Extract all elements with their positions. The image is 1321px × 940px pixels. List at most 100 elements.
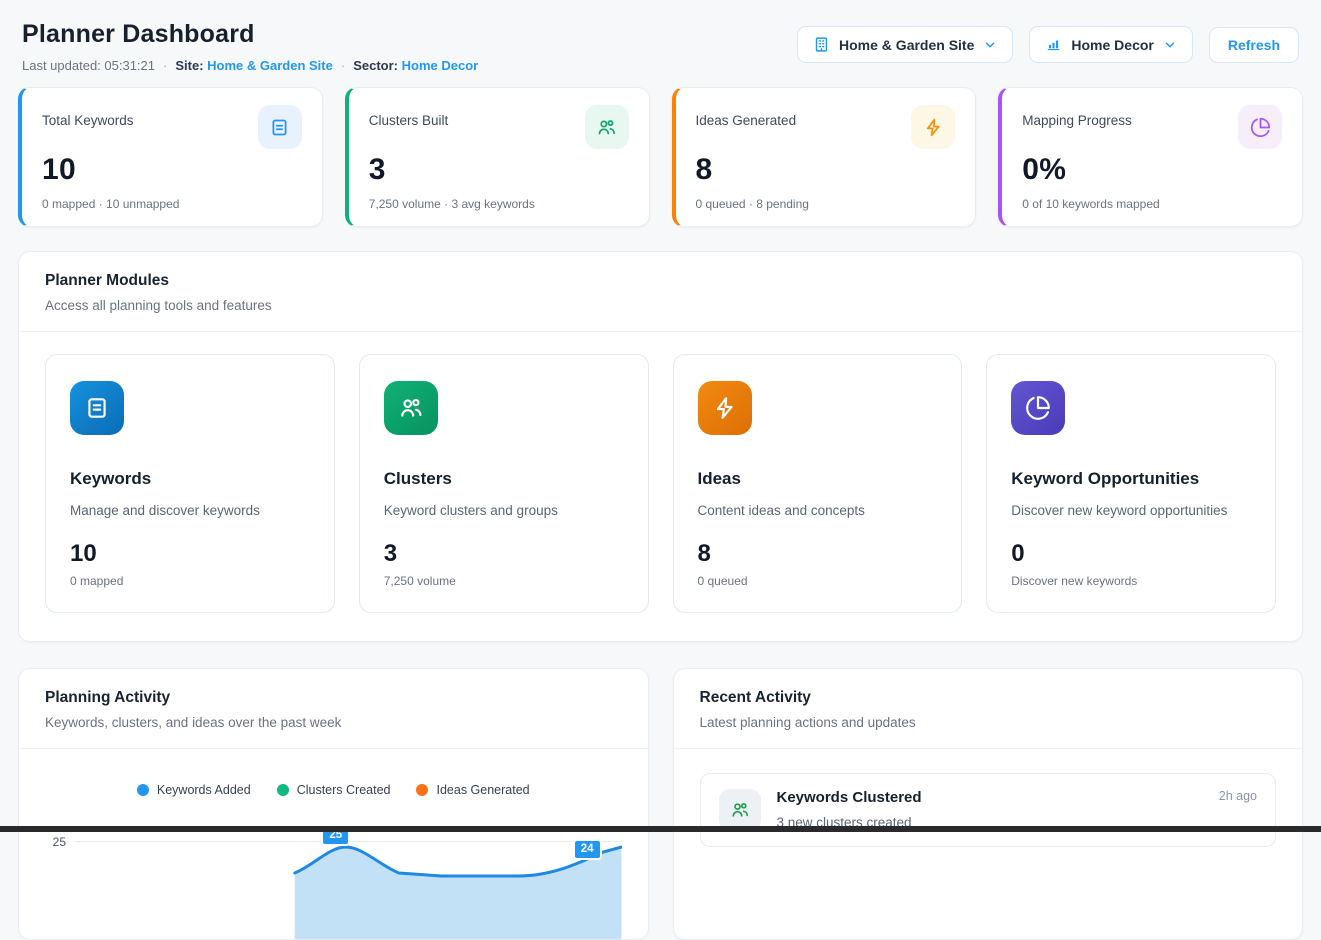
bottom-row: Planning Activity Keywords, clusters, an… xyxy=(18,668,1303,940)
bolt-icon xyxy=(698,381,752,435)
module-value: 3 xyxy=(384,540,624,568)
recent-activity-panel: Recent Activity Latest planning actions … xyxy=(673,668,1304,940)
module-card-keyword-opportunities[interactable]: Keyword Opportunities Discover new keywo… xyxy=(986,354,1276,613)
stat-subtext: 0 of 10 keywords mapped xyxy=(1022,197,1282,211)
section-title: Recent Activity xyxy=(700,689,1277,707)
stat-label: Mapping Progress xyxy=(1022,105,1132,128)
site-selector-value: Home & Garden Site xyxy=(839,37,974,53)
file-lines-icon xyxy=(258,105,302,149)
recent-activity-list: Keywords Clustered 2h ago 3 new clusters… xyxy=(674,749,1303,871)
y-axis-tick-25: 25 xyxy=(45,835,75,939)
bolt-icon xyxy=(911,105,955,149)
site-link[interactable]: Home & Garden Site xyxy=(207,58,333,73)
page-title: Planner Dashboard xyxy=(22,20,478,49)
stat-card-mapping-progress: Mapping Progress 0% 0 of 10 keywords map… xyxy=(998,87,1303,227)
planner-modules-header: Planner Modules Access all planning tool… xyxy=(19,252,1302,332)
activity-title: Keywords Clustered xyxy=(777,789,922,806)
last-updated-text: Last updated: 05:31:21 xyxy=(22,58,155,73)
module-value: 10 xyxy=(70,540,310,568)
stat-value: 0% xyxy=(1022,153,1282,187)
stat-label: Clusters Built xyxy=(369,105,449,128)
module-subtext: 7,250 volume xyxy=(384,574,624,588)
planning-activity-header: Planning Activity Keywords, clusters, an… xyxy=(19,669,648,749)
legend-dot-blue xyxy=(137,784,149,796)
chevron-down-icon xyxy=(1163,38,1177,52)
module-value: 0 xyxy=(1011,540,1251,568)
module-subtext: 0 mapped xyxy=(70,574,310,588)
legend-item-clusters-created[interactable]: Clusters Created xyxy=(277,783,391,797)
section-title: Planner Modules xyxy=(45,272,1276,290)
module-description: Manage and discover keywords xyxy=(70,503,310,518)
bottom-edge-bar xyxy=(0,826,1321,832)
stat-label: Ideas Generated xyxy=(696,105,797,128)
pie-chart-icon xyxy=(1011,381,1065,435)
module-title: Keyword Opportunities xyxy=(1011,469,1251,489)
stat-value: 8 xyxy=(696,153,956,187)
file-lines-icon xyxy=(70,381,124,435)
chart-legend: Keywords Added Clusters Created Ideas Ge… xyxy=(45,783,622,797)
module-card-clusters[interactable]: Clusters Keyword clusters and groups 3 7… xyxy=(359,354,649,613)
stat-subtext: 0 queued · 8 pending xyxy=(696,197,956,211)
site-label: Site: xyxy=(175,58,203,73)
dot-separator: · xyxy=(341,58,345,73)
site-selector-dropdown[interactable]: Home & Garden Site xyxy=(797,26,1013,63)
header: Planner Dashboard Last updated: 05:31:21… xyxy=(18,20,1303,73)
sector-label: Sector: xyxy=(353,58,398,73)
data-point-label-24: 24 xyxy=(573,839,602,860)
module-description: Discover new keyword opportunities xyxy=(1011,503,1251,518)
module-card-ideas[interactable]: Ideas Content ideas and concepts 8 0 que… xyxy=(673,354,963,613)
chevron-down-icon xyxy=(983,38,997,52)
refresh-button[interactable]: Refresh xyxy=(1209,27,1299,63)
sector-selector-dropdown[interactable]: Home Decor xyxy=(1029,26,1192,63)
planning-activity-panel: Planning Activity Keywords, clusters, an… xyxy=(18,668,649,940)
site-label-group: Site: Home & Garden Site xyxy=(175,58,333,73)
module-subtext: Discover new keywords xyxy=(1011,574,1251,588)
section-title: Planning Activity xyxy=(45,689,622,707)
planner-modules-panel: Planner Modules Access all planning tool… xyxy=(18,251,1303,642)
stats-row: Total Keywords 10 0 mapped · 10 unmapped… xyxy=(18,87,1303,227)
stat-card-ideas-generated: Ideas Generated 8 0 queued · 8 pending xyxy=(672,87,977,227)
legend-dot-orange xyxy=(416,784,428,796)
stat-subtext: 7,250 volume · 3 avg keywords xyxy=(369,197,629,211)
stat-card-total-keywords: Total Keywords 10 0 mapped · 10 unmapped xyxy=(18,87,323,227)
list-item-content: Keywords Clustered 2h ago 3 new clusters… xyxy=(777,789,1258,830)
legend-item-keywords-added[interactable]: Keywords Added xyxy=(137,783,251,797)
stat-value: 10 xyxy=(42,153,302,187)
building-icon xyxy=(813,36,830,53)
section-subtitle: Keywords, clusters, and ideas over the p… xyxy=(45,715,622,730)
module-card-keywords[interactable]: Keywords Manage and discover keywords 10… xyxy=(45,354,335,613)
sector-selector-value: Home Decor xyxy=(1071,37,1153,53)
sector-link[interactable]: Home Decor xyxy=(402,58,479,73)
stat-label: Total Keywords xyxy=(42,105,134,128)
users-icon xyxy=(585,105,629,149)
module-description: Keyword clusters and groups xyxy=(384,503,624,518)
activity-timestamp: 2h ago xyxy=(1219,789,1257,803)
section-subtitle: Access all planning tools and features xyxy=(45,298,1276,313)
module-subtext: 0 queued xyxy=(698,574,938,588)
stat-value: 3 xyxy=(369,153,629,187)
pie-chart-icon xyxy=(1238,105,1282,149)
chart-area: 25 25 24 xyxy=(45,819,622,939)
list-item: Keywords Clustered 2h ago 3 new clusters… xyxy=(700,773,1277,847)
dot-separator: · xyxy=(163,58,167,73)
area-chart: 25 24 xyxy=(75,819,622,939)
header-controls: Home & Garden Site Home Decor Refresh xyxy=(797,26,1299,63)
module-title: Ideas xyxy=(698,469,938,489)
planner-dashboard-page: Planner Dashboard Last updated: 05:31:21… xyxy=(0,0,1321,832)
stat-card-clusters-built: Clusters Built 3 7,250 volume · 3 avg ke… xyxy=(345,87,650,227)
sector-label-group: Sector: Home Decor xyxy=(353,58,478,73)
legend-label: Ideas Generated xyxy=(436,783,529,797)
recent-activity-header: Recent Activity Latest planning actions … xyxy=(674,669,1303,749)
module-title: Clusters xyxy=(384,469,624,489)
modules-grid: Keywords Manage and discover keywords 10… xyxy=(19,332,1302,641)
section-subtitle: Latest planning actions and updates xyxy=(700,715,1277,730)
module-description: Content ideas and concepts xyxy=(698,503,938,518)
stat-subtext: 0 mapped · 10 unmapped xyxy=(42,197,302,211)
header-subline: Last updated: 05:31:21 · Site: Home & Ga… xyxy=(22,58,478,73)
users-icon xyxy=(384,381,438,435)
module-title: Keywords xyxy=(70,469,310,489)
header-left: Planner Dashboard Last updated: 05:31:21… xyxy=(22,20,478,73)
legend-item-ideas-generated[interactable]: Ideas Generated xyxy=(416,783,529,797)
planning-activity-chart: Keywords Added Clusters Created Ideas Ge… xyxy=(19,749,648,939)
legend-dot-green xyxy=(277,784,289,796)
